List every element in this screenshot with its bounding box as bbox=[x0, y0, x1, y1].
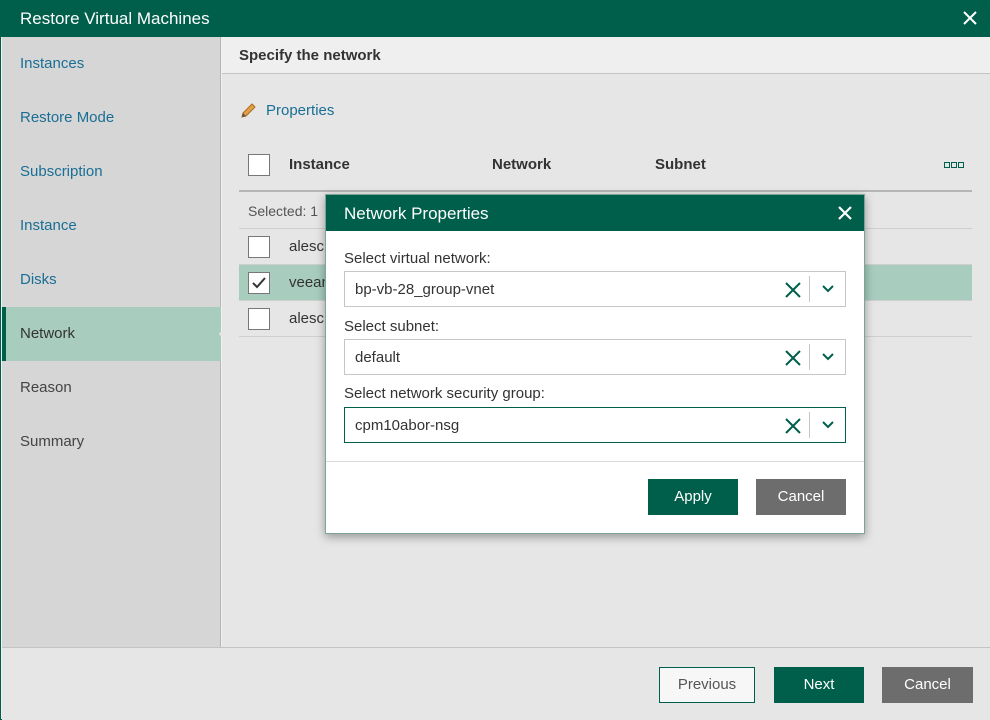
chevron-down-icon[interactable] bbox=[821, 284, 835, 294]
subnet-value: default bbox=[355, 349, 401, 366]
apply-button[interactable]: Apply bbox=[648, 479, 738, 515]
divider bbox=[809, 344, 810, 370]
subnet-label: Select subnet: bbox=[344, 318, 440, 335]
pencil-icon bbox=[241, 103, 256, 118]
section-header: Specify the network bbox=[222, 37, 990, 74]
sidebar-item-restore-mode[interactable]: Restore Mode bbox=[2, 91, 221, 145]
clear-icon[interactable] bbox=[783, 416, 803, 436]
selected-count: Selected: 1 bbox=[248, 203, 319, 219]
nsg-label: Select network security group: bbox=[344, 385, 545, 402]
nsg-value: cpm10abor-nsg bbox=[355, 417, 460, 434]
dialog-cancel-button[interactable]: Cancel bbox=[756, 479, 846, 515]
dialog-divider bbox=[326, 461, 864, 462]
clear-icon[interactable] bbox=[783, 280, 803, 300]
virtual-network-select[interactable]: bp-vb-28_group-vnet bbox=[344, 271, 846, 307]
sidebar-item-network[interactable]: Network bbox=[2, 307, 227, 361]
sidebar-item-subscription[interactable]: Subscription bbox=[2, 145, 221, 199]
row-checkbox[interactable] bbox=[248, 308, 270, 330]
row-checkbox[interactable] bbox=[248, 236, 270, 258]
wizard-sidebar: Instances Restore Mode Subscription Inst… bbox=[2, 37, 227, 647]
divider bbox=[809, 276, 810, 302]
title-bar: Restore Virtual Machines bbox=[1, 1, 990, 37]
cancel-button[interactable]: Cancel bbox=[882, 667, 973, 703]
column-header-instance[interactable]: Instance bbox=[289, 156, 350, 173]
virtual-network-value: bp-vb-28_group-vnet bbox=[355, 281, 495, 298]
dialog-title: Network Properties bbox=[344, 204, 489, 223]
window-title: Restore Virtual Machines bbox=[20, 9, 210, 28]
chevron-down-icon[interactable] bbox=[821, 352, 835, 362]
divider bbox=[809, 412, 810, 438]
next-button[interactable]: Next bbox=[774, 667, 864, 703]
table-header: Instance Network Subnet bbox=[239, 145, 972, 192]
previous-button[interactable]: Previous bbox=[659, 667, 755, 703]
properties-label: Properties bbox=[266, 102, 335, 119]
checkmark-icon bbox=[252, 277, 266, 289]
sidebar-item-instance[interactable]: Instance bbox=[2, 199, 221, 253]
wizard-footer: Previous Next Cancel bbox=[2, 647, 990, 720]
close-icon[interactable] bbox=[836, 204, 854, 222]
column-header-network[interactable]: Network bbox=[492, 156, 551, 173]
subnet-select[interactable]: default bbox=[344, 339, 846, 375]
close-icon[interactable] bbox=[959, 7, 981, 29]
virtual-network-label: Select virtual network: bbox=[344, 250, 491, 267]
column-header-subnet[interactable]: Subnet bbox=[655, 156, 706, 173]
select-all-checkbox[interactable] bbox=[248, 154, 270, 176]
dialog-title-bar: Network Properties bbox=[326, 195, 864, 231]
row-checkbox[interactable] bbox=[248, 272, 270, 294]
sidebar-item-reason: Reason bbox=[20, 379, 72, 396]
network-properties-dialog: Network Properties Select virtual networ… bbox=[325, 194, 865, 534]
instance-cell: veean bbox=[289, 274, 330, 291]
sidebar-item-instances[interactable]: Instances bbox=[2, 37, 221, 91]
sidebar-item-label: Network bbox=[20, 325, 76, 342]
page-title: Specify the network bbox=[239, 47, 381, 64]
network-security-group-select[interactable]: cpm10abor-nsg bbox=[344, 407, 846, 443]
chevron-down-icon[interactable] bbox=[821, 420, 835, 430]
clear-icon[interactable] bbox=[783, 348, 803, 368]
sidebar-item-summary: Summary bbox=[20, 433, 85, 450]
more-icon[interactable] bbox=[944, 161, 964, 169]
sidebar-item-disks[interactable]: Disks bbox=[2, 253, 221, 307]
